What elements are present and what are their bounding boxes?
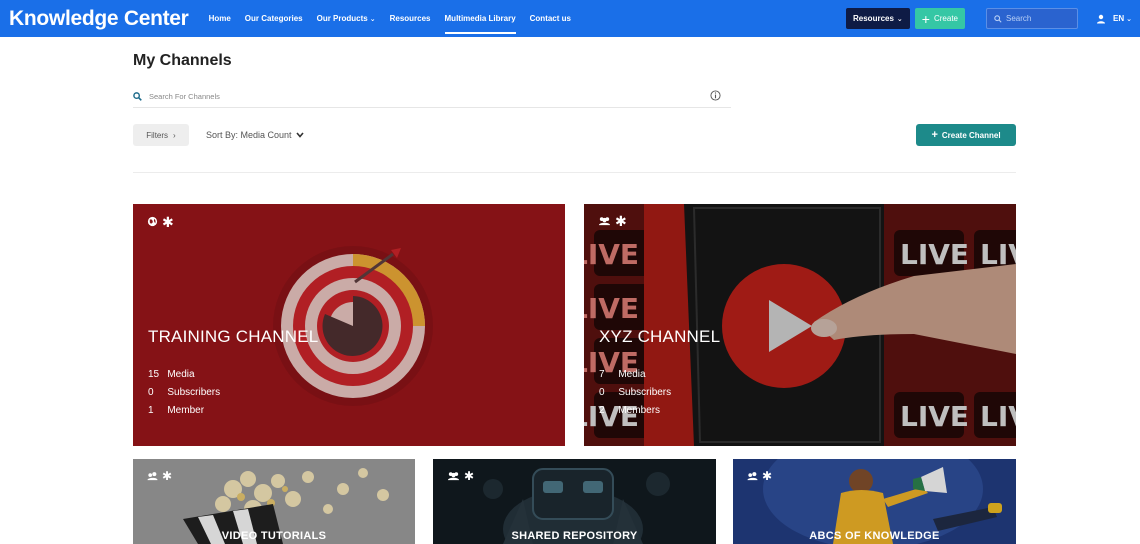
media-label: Media (618, 369, 646, 380)
nav-link-label: Multimedia Library (444, 14, 516, 23)
asterisk-icon: ✱ (162, 213, 174, 230)
channel-card-video-tutorials[interactable]: ✱ VIDEO TUTORIALS (133, 459, 415, 544)
create-channel-label: Create Channel (941, 130, 1001, 140)
nav-link-resources[interactable]: Resources (390, 0, 431, 37)
nav-link-label: Contact us (529, 14, 571, 23)
subscriber-label: Subscribers (618, 387, 672, 398)
create-channel-button[interactable]: + Create Channel (916, 124, 1016, 146)
channel-name: VIDEO TUTORIALS (221, 530, 327, 542)
channel-name: TRAINING CHANNEL (148, 327, 319, 346)
channel-card-abcs-of-knowledge[interactable]: ✱ ABCS OF KNOWLEDGE (733, 459, 1016, 544)
search-icon (133, 92, 142, 101)
subscriber-count-row: 0 Subscribers (148, 384, 220, 402)
channel-type-icons: ✱ (747, 469, 776, 483)
channel-name: ABCS OF KNOWLEDGE (809, 530, 940, 542)
channel-name: XYZ CHANNEL (599, 327, 721, 346)
channel-type-icons: ✱ (598, 213, 631, 229)
asterisk-icon: ✱ (615, 213, 627, 229)
nav-link-products[interactable]: Our Products ⌄ (317, 0, 376, 37)
nav-links: Home Our Categories Our Products ⌄ Resour… (209, 0, 585, 37)
channel-type-icons: ✱ (147, 469, 176, 483)
media-count: 15 (148, 369, 160, 380)
channel-card-shared-repository[interactable]: ✱ SHARED REPOSITORY (433, 459, 716, 544)
resources-button-label: Resources (853, 14, 894, 23)
divider (133, 172, 1016, 173)
channel-card-training[interactable]: ✱ TRAINING CHANNEL 15 Media 0 Subscriber… (133, 204, 565, 446)
search-icon (994, 14, 1002, 23)
nav-link-home[interactable]: Home (209, 0, 231, 37)
member-count: 1 (148, 405, 154, 416)
page-title: My Channels (133, 52, 232, 69)
user-icon (1097, 14, 1105, 23)
nav-link-multimedia-library[interactable]: Multimedia Library (444, 0, 516, 37)
create-button[interactable]: + Create (914, 8, 965, 29)
channel-stats: 15 Media 0 Subscribers 1 Member (148, 366, 220, 420)
subscriber-count: 0 (148, 387, 154, 398)
create-button-label: Create (933, 14, 958, 23)
media-count: 7 (599, 369, 605, 380)
nav-link-label: Home (208, 14, 231, 23)
top-navigation-bar: Knowledge Center Home Our Categories Our… (0, 0, 1140, 37)
asterisk-icon: ✱ (464, 469, 475, 483)
member-count-row: 1 Member (148, 402, 220, 420)
chevron-right-icon: › (173, 130, 176, 140)
language-selector[interactable]: EN (1113, 14, 1124, 23)
nav-link-categories[interactable]: Our Categories (245, 0, 303, 37)
member-label: Members (618, 405, 661, 416)
chevron-down-icon: ⌄ (369, 15, 376, 23)
nav-link-label: Our Products (316, 14, 368, 23)
member-label: Member (167, 405, 205, 416)
users-icon (147, 471, 158, 481)
users-icon (747, 471, 758, 481)
sort-by-dropdown[interactable]: Sort By: Media Count (206, 124, 304, 146)
channel-search-placeholder: Search For Channels (149, 92, 220, 101)
top-search-placeholder: Search (1006, 14, 1032, 23)
chevron-down-icon (295, 132, 304, 138)
user-menu[interactable]: EN ⌄ (1096, 14, 1132, 24)
nav-link-contact[interactable]: Contact us (530, 0, 571, 37)
users-icon (598, 216, 611, 226)
subscriber-label: Subscribers (167, 387, 221, 398)
asterisk-icon: ✱ (162, 469, 173, 483)
globe-icon (147, 216, 158, 227)
channel-type-icons: ✱ (147, 213, 178, 230)
member-count-row: 2 Members (599, 402, 671, 420)
nav-link-label: Our Categories (244, 14, 303, 23)
sort-by-label: Sort By: Media Count (206, 130, 292, 140)
filters-button[interactable]: Filters › (133, 124, 189, 146)
info-icon[interactable] (710, 90, 721, 101)
media-count-row: 15 Media (148, 366, 220, 384)
asterisk-icon: ✱ (762, 469, 773, 483)
plus-icon: + (921, 10, 930, 27)
channel-name: SHARED REPOSITORY (511, 530, 638, 542)
subscriber-count-row: 0 Subscribers (599, 384, 671, 402)
channel-type-icons: ✱ (447, 469, 478, 483)
resources-dropdown-button[interactable]: Resources ⌄ (846, 8, 910, 29)
channel-card-xyz[interactable]: LIVE LIVE LIVE LIVE LIVE LIVE LIVE LIVE … (584, 204, 1016, 446)
chevron-down-icon: ⌄ (896, 15, 903, 23)
users-icon (447, 471, 460, 481)
brand-logo[interactable]: Knowledge Center (9, 7, 189, 31)
plus-icon: + (931, 129, 938, 141)
media-label: Media (167, 369, 195, 380)
top-search-input[interactable]: Search (986, 8, 1078, 29)
member-count: 2 (599, 405, 605, 416)
nav-link-label: Resources (389, 14, 431, 23)
filters-label: Filters (146, 130, 169, 140)
nav-right-controls: Resources ⌄ + Create Search EN ⌄ (846, 0, 1140, 37)
subscriber-count: 0 (599, 387, 605, 398)
chevron-down-icon: ⌄ (1126, 15, 1132, 23)
channel-stats: 7 Media 0 Subscribers 2 Members (599, 366, 671, 420)
media-count-row: 7 Media (599, 366, 671, 384)
channel-search-input[interactable]: Search For Channels (133, 86, 731, 108)
